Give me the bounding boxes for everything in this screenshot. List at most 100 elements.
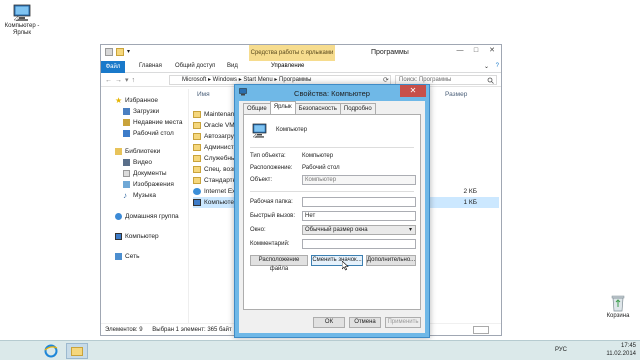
tab-file[interactable]: Файл (101, 61, 125, 73)
tab-shortcut[interactable]: Ярлык (269, 101, 296, 114)
back-forward-icons[interactable]: ←→▾↑ (105, 76, 138, 84)
folder-icon (193, 166, 201, 173)
mouse-cursor-icon (342, 261, 349, 271)
nav-video[interactable]: Видео (123, 159, 152, 166)
shortcut-tab-panel: Компьютер Тип объекта: Компьютер Располо… (243, 114, 421, 310)
ok-button[interactable]: ОК (313, 317, 345, 328)
ribbon-tabs: Файл Главная Общий доступ Вид Управление… (101, 61, 501, 73)
open-file-location-button[interactable]: Расположение файла (250, 255, 308, 272)
type-label: Тип объекта: (250, 153, 286, 159)
nav-documents[interactable]: Документы (123, 170, 167, 177)
file-name: Компьютер (204, 199, 238, 206)
search-placeholder: Поиск: Программы (399, 77, 452, 83)
chevron-down-icon[interactable]: ▾ (127, 48, 135, 56)
column-name[interactable]: Имя (197, 91, 210, 98)
nav-desktop[interactable]: Рабочий стол (123, 130, 174, 137)
workdir-field[interactable] (302, 197, 416, 207)
folder-icon (193, 122, 201, 129)
tab-details[interactable]: Подробно (339, 103, 376, 114)
separator (250, 191, 414, 192)
refresh-icon[interactable]: ⟳ (383, 76, 389, 84)
nav-label: Изображения (133, 181, 174, 188)
nav-label: Рабочий стол (133, 130, 174, 137)
nav-downloads[interactable]: Загрузки (123, 108, 159, 115)
location-label: Расположение: (250, 165, 293, 171)
close-icon[interactable]: ✕ (485, 46, 499, 56)
nav-label: Сеть (125, 253, 140, 260)
homegroup-icon (115, 213, 122, 220)
minimize-icon[interactable]: — (453, 46, 467, 56)
tab-view[interactable]: Вид (227, 63, 238, 69)
nav-music[interactable]: ♪ Музыка (123, 192, 156, 200)
properties-icon[interactable] (105, 48, 113, 56)
tab-security[interactable]: Безопасность (294, 103, 341, 114)
folder-icon (193, 111, 201, 118)
nav-label: Музыка (133, 192, 156, 199)
computer-icon (13, 4, 31, 21)
location-value: Рабочий стол (302, 165, 340, 171)
window-select[interactable]: Обычный размер окна ▾ (302, 225, 416, 235)
quick-access-toolbar: ▾ (105, 48, 135, 56)
shortcut-name[interactable]: Компьютер (276, 127, 307, 133)
desktop-computer-label: Компьютер - Ярлык (4, 23, 40, 36)
help-icon[interactable]: ? (496, 63, 499, 69)
nav-favorites[interactable]: ★ Избранное (115, 97, 158, 105)
close-icon[interactable]: ✕ (400, 85, 426, 97)
internet-explorer-icon (193, 188, 201, 195)
window-select-value: Обычный размер окна (305, 227, 368, 233)
language-indicator[interactable]: РУС (555, 347, 567, 353)
window-label: Окно: (250, 227, 266, 233)
desktop-computer-shortcut[interactable]: Компьютер - Ярлык (2, 4, 42, 37)
column-size[interactable]: Размер (445, 91, 467, 98)
cancel-button[interactable]: Отмена (349, 317, 381, 328)
address-path: Microsoft ▸ Windows ▸ Start Menu ▸ Прогр… (182, 77, 312, 83)
tab-home[interactable]: Главная (139, 63, 162, 69)
tab-general[interactable]: Общие (243, 103, 271, 114)
tab-manage[interactable]: Управление (271, 63, 304, 69)
computer-icon (193, 199, 201, 206)
explorer-titlebar: ▾ Средства работы с ярлыками Программы —… (101, 45, 501, 61)
folder-icon (193, 155, 201, 162)
object-field[interactable]: Компьютер (302, 175, 416, 185)
computer-icon (115, 233, 122, 240)
tab-share[interactable]: Общий доступ (175, 63, 215, 69)
separator (250, 147, 414, 148)
system-clock[interactable]: 17:45 11.02.2014 (606, 342, 636, 358)
nav-computer[interactable]: Компьютер (115, 233, 159, 240)
libraries-icon (115, 148, 122, 155)
taskbar: РУС 17:45 11.02.2014 (0, 340, 640, 360)
advanced-button[interactable]: Дополнительно... (366, 255, 416, 266)
file-size: 2 КБ (463, 188, 477, 195)
desktop-icon (123, 130, 130, 137)
comment-field[interactable] (302, 239, 416, 249)
nav-label: Библиотеки (125, 148, 161, 155)
nav-homegroup[interactable]: Домашняя группа (115, 213, 179, 220)
comment-label: Комментарий: (250, 241, 290, 247)
change-icon-button[interactable]: Сменить значок... (311, 255, 363, 266)
file-explorer-taskbar-button[interactable] (66, 343, 88, 359)
desktop-recycle-bin[interactable]: Корзина (598, 294, 638, 320)
nav-libraries[interactable]: Библиотеки (115, 148, 160, 155)
apply-button[interactable]: Применить (385, 317, 421, 328)
recycle-bin-icon (611, 295, 625, 312)
nav-images[interactable]: Изображения (123, 181, 174, 188)
hotkey-field[interactable]: Нет (302, 211, 416, 221)
new-folder-icon[interactable] (116, 48, 124, 56)
file-name: Maintenanc (204, 111, 238, 118)
item-count: Элементов: 9 (105, 327, 143, 333)
maximize-icon[interactable]: □ (469, 46, 483, 56)
view-toggle-icons[interactable] (473, 326, 489, 334)
nav-network[interactable]: Сеть (115, 253, 139, 260)
internet-explorer-taskbar-button[interactable] (40, 343, 62, 359)
folder-icon (193, 177, 201, 184)
properties-dialog: Свойства: Компьютер ✕ Общие Ярлык Безопа… (234, 84, 430, 338)
network-icon (115, 253, 122, 260)
nav-label: Избранное (125, 97, 158, 104)
dialog-tabs: Общие Ярлык Безопасность Подробно (243, 101, 376, 114)
chevron-down-icon[interactable]: ⌄ (484, 63, 489, 70)
nav-recent[interactable]: Недавние места (123, 119, 183, 126)
file-name: Стандартн (204, 177, 237, 184)
file-name: Администр (204, 144, 238, 151)
internet-explorer-icon (44, 344, 58, 358)
nav-label: Компьютер (125, 233, 159, 240)
